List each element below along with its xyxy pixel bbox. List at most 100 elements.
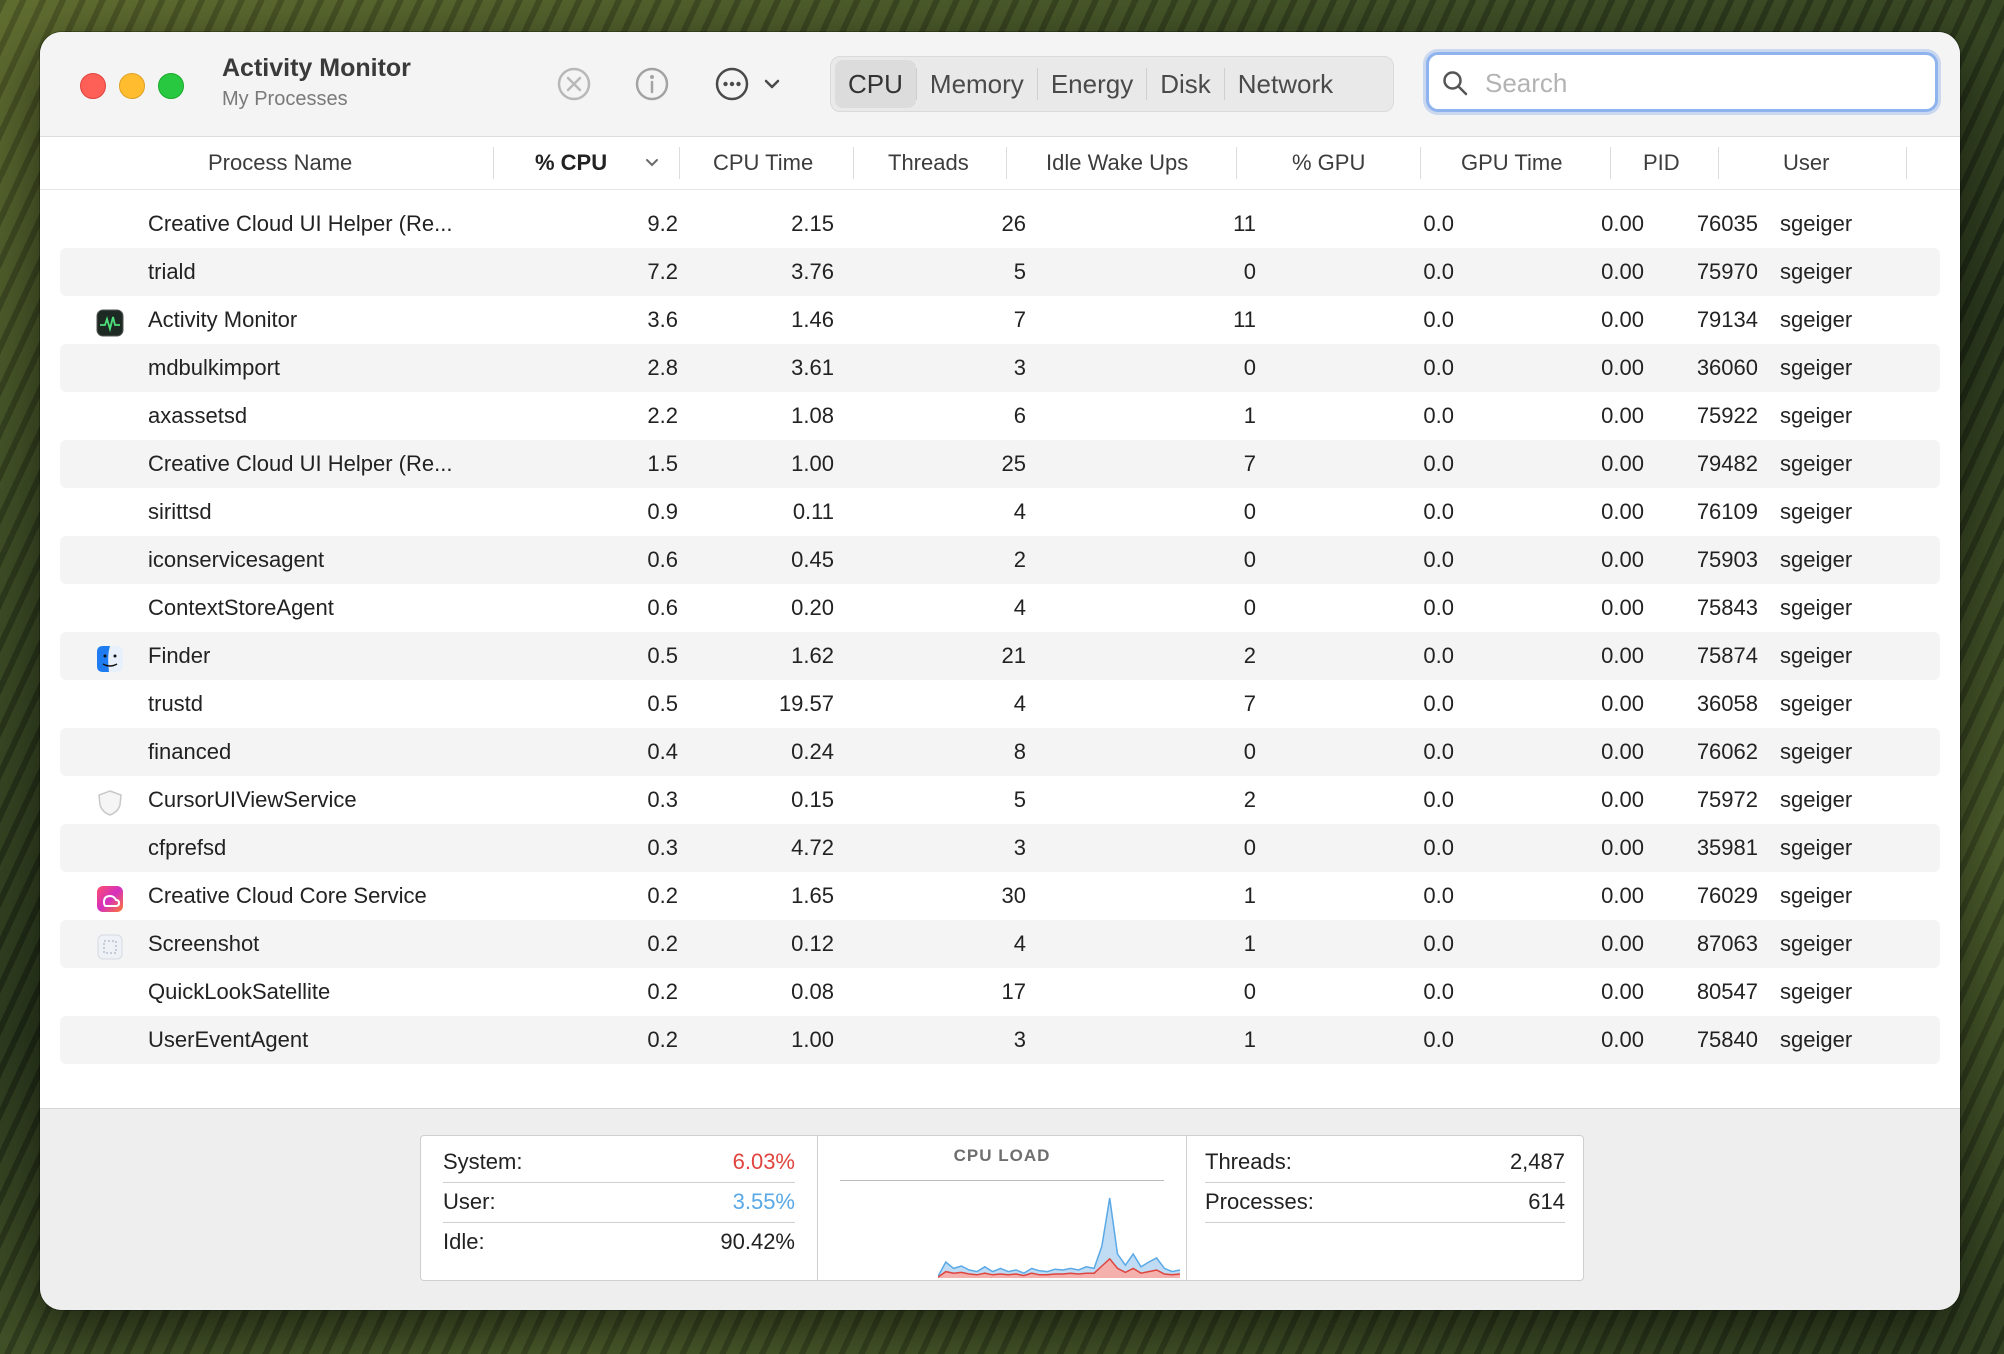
- process-name: Finder: [148, 643, 211, 668]
- user: sgeiger: [1780, 355, 1853, 380]
- user: sgeiger: [1780, 643, 1853, 668]
- column-header-threads[interactable]: Threads: [888, 137, 969, 189]
- stat-threads-value: 2,487: [1509, 1149, 1565, 1174]
- user: sgeiger: [1780, 835, 1853, 860]
- tab-memory[interactable]: Memory: [917, 60, 1037, 108]
- pid: 36058: [1696, 691, 1758, 716]
- search-field[interactable]: [1426, 52, 1938, 112]
- column-header-cpu-time[interactable]: CPU Time: [713, 137, 813, 189]
- stat-threads: Threads: 2,487: [1205, 1142, 1565, 1183]
- finder-icon: [96, 642, 124, 672]
- process-name: Activity Monitor: [148, 307, 298, 332]
- stat-system: System: 6.03%: [443, 1142, 795, 1183]
- tab-network[interactable]: Network: [1225, 60, 1346, 108]
- process-name: Creative Cloud UI Helper (Re...: [148, 211, 453, 236]
- table-row[interactable]: Screenshot 0.2 0.12 4 1 0.0 0.00 87063 sgeiger: [60, 920, 1940, 968]
- table-row[interactable]: Creative Cloud Core Service 0.2 1.65 30 1 0.0…: [60, 872, 1940, 920]
- table-row[interactable]: Activity Monitor 3.6 1.46 7 11 0.0 0.00 79134 sg…: [60, 296, 1940, 344]
- table-row[interactable]: CursorUIViewService 0.3 0.15 5 2 0.0 0.00 75972…: [60, 776, 1940, 824]
- user: sgeiger: [1780, 595, 1853, 620]
- close-window-button[interactable]: [80, 73, 106, 99]
- cpu-summary-footer: System: 6.03% User: 3.55% Idle: 90.42% C…: [40, 1108, 1960, 1310]
- cpu-load-user-line: [938, 1197, 1180, 1277]
- screenshot-icon: [96, 930, 124, 960]
- column-divider[interactable]: [1906, 147, 1907, 179]
- table-row[interactable]: iconservicesagent 0.6 0.45 2 0 0.0 0.00 75903 sg…: [60, 536, 1940, 584]
- process-table: Creative Cloud UI Helper (Re... 9.2 2.15 26…: [60, 200, 1940, 1098]
- window-subtitle: My Processes: [222, 88, 348, 110]
- column-divider[interactable]: [853, 147, 854, 179]
- table-row[interactable]: axassetsd 2.2 1.08 6 1 0.0 0.00 75922 sgeiger: [60, 392, 1940, 440]
- table-row[interactable]: UserEventAgent 0.2 1.00 3 1 0.0 0.00 75840 sgeig…: [60, 1016, 1940, 1064]
- column-header-user[interactable]: User: [1783, 137, 1829, 189]
- stat-user: User: 3.55%: [443, 1182, 795, 1223]
- search-icon: [1443, 71, 1468, 96]
- table-row[interactable]: cfprefsd 0.3 4.72 3 0 0.0 0.00 35981 sgeiger: [60, 824, 1940, 872]
- sort-descending-icon[interactable]: [644, 155, 660, 171]
- column-divider[interactable]: [1610, 147, 1611, 179]
- pid: 75874: [1696, 643, 1758, 668]
- column-divider[interactable]: [1006, 147, 1007, 179]
- table-row[interactable]: Finder 0.5 1.62 21 2 0.0 0.00 75874 sgeiger: [60, 632, 1940, 680]
- table-row[interactable]: Creative Cloud UI Helper (Re... 1.5 1.00 25…: [60, 440, 1940, 488]
- more-options-icon[interactable]: [712, 64, 752, 104]
- column-divider[interactable]: [1718, 147, 1719, 179]
- user: sgeiger: [1780, 451, 1853, 476]
- stat-idle-label: Idle:: [443, 1229, 485, 1254]
- pid: 80547: [1696, 979, 1758, 1004]
- table-row[interactable]: triald 7.2 3.76 5 0 0.0 0.00 75970 sgeiger: [60, 248, 1940, 296]
- column-header-gpu-percent[interactable]: % GPU: [1292, 137, 1365, 189]
- table-row[interactable]: QuickLookSatellite 0.2 0.08 17 0 0.0 0.00 80547…: [60, 968, 1940, 1016]
- stat-user-label: User:: [443, 1189, 496, 1214]
- zoom-window-button[interactable]: [158, 73, 184, 99]
- info-icon[interactable]: [632, 64, 672, 104]
- toolbar: Activity Monitor My Processes CPU Memory…: [40, 32, 1960, 137]
- minimize-window-button[interactable]: [119, 73, 145, 99]
- pid: 79134: [1696, 307, 1758, 332]
- stat-system-label: System:: [443, 1149, 523, 1174]
- table-row[interactable]: trustd 0.5 19.57 4 7 0.0 0.00 36058 sgeiger: [60, 680, 1940, 728]
- pid: 36060: [1696, 355, 1758, 380]
- table-header: Process Name % CPU CPU Time Threads Idle…: [40, 137, 1960, 190]
- tab-cpu[interactable]: CPU: [835, 60, 916, 108]
- user: sgeiger: [1780, 883, 1853, 908]
- stat-user-value: 3.55%: [732, 1189, 795, 1214]
- stop-process-icon[interactable]: [554, 64, 594, 104]
- table-row[interactable]: financed 0.4 0.24 8 0 0.0 0.00 76062 sgeiger: [60, 728, 1940, 776]
- process-name: QuickLookSatellite: [148, 979, 331, 1004]
- table-row[interactable]: ContextStoreAgent 0.6 0.20 4 0 0.0 0.00 75843 sg…: [60, 584, 1940, 632]
- column-header-gpu-time[interactable]: GPU Time: [1461, 137, 1562, 189]
- process-name: CursorUIViewService: [148, 787, 357, 812]
- search-input[interactable]: [1483, 63, 1917, 103]
- column-divider[interactable]: [679, 147, 680, 179]
- table-row[interactable]: sirittsd 0.9 0.11 4 0 0.0 0.00 76109 sgeiger: [60, 488, 1940, 536]
- table-row[interactable]: Creative Cloud UI Helper (Re... 9.2 2.15 26…: [60, 200, 1940, 248]
- pid: 76062: [1696, 739, 1758, 764]
- cpu-load-graph-panel: CPU LOAD: [818, 1136, 1187, 1280]
- column-divider[interactable]: [493, 147, 494, 179]
- tab-energy[interactable]: Energy: [1038, 60, 1146, 108]
- stat-idle-value: 90.42%: [720, 1229, 795, 1254]
- pid: 75972: [1696, 787, 1758, 812]
- cpu-summary-panel: System: 6.03% User: 3.55% Idle: 90.42% C…: [420, 1135, 1584, 1281]
- process-name: ContextStoreAgent: [148, 595, 334, 620]
- column-header-idle-wake-ups[interactable]: Idle Wake Ups: [1046, 137, 1188, 189]
- column-header-process-name[interactable]: Process Name: [208, 137, 352, 189]
- process-name: iconservicesagent: [148, 547, 325, 572]
- table-row[interactable]: mdbulkimport 2.8 3.61 3 0 0.0 0.00 36060 sgeiger: [60, 344, 1940, 392]
- process-name: axassetsd: [148, 403, 248, 428]
- column-header-cpu-percent[interactable]: % CPU: [535, 137, 607, 189]
- process-name: trustd: [148, 691, 204, 716]
- process-name: cfprefsd: [148, 835, 227, 860]
- chevron-down-icon[interactable]: [762, 72, 782, 96]
- tab-disk[interactable]: Disk: [1147, 60, 1224, 108]
- cpu-load-title: CPU LOAD: [953, 1146, 1051, 1165]
- pid: 75843: [1696, 595, 1758, 620]
- column-header-pid[interactable]: PID: [1643, 137, 1680, 189]
- column-divider[interactable]: [1420, 147, 1421, 179]
- creative-cloud-icon: [96, 882, 124, 912]
- pid: 75840: [1696, 1027, 1758, 1052]
- process-name: sirittsd: [148, 499, 212, 524]
- column-divider[interactable]: [1236, 147, 1237, 179]
- stat-system-value: 6.03%: [732, 1149, 795, 1174]
